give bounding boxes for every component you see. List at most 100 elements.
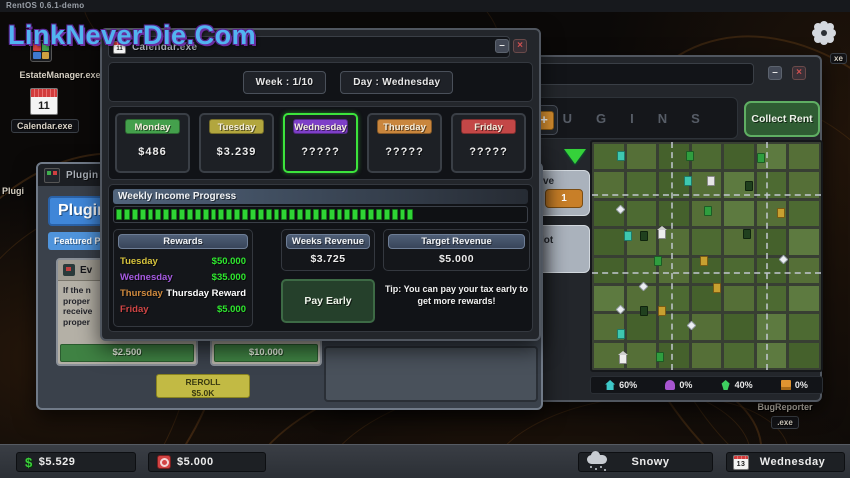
bugreporter-desktop-icon[interactable]: BugReporter .exe (748, 402, 822, 430)
map-parcel (789, 343, 819, 368)
progress-segment (124, 209, 130, 220)
progress-segment (297, 209, 303, 220)
map-building-dark (640, 231, 648, 241)
map-parcel (627, 314, 657, 339)
tax-value: $5.000 (177, 456, 214, 468)
progress-segment (289, 209, 295, 220)
map-parcel (789, 144, 819, 169)
taskbar-date-number: 13 (737, 460, 746, 469)
plugin-card-icon (63, 264, 75, 276)
progress-segment (155, 209, 161, 220)
shop-icon (665, 380, 675, 390)
target-icon (157, 455, 171, 469)
day-card-wednesday[interactable]: Wednesday????? (283, 113, 358, 173)
progress-segment (195, 209, 201, 220)
map-parcel (692, 314, 722, 339)
map-stat-value: 0% (679, 380, 692, 390)
calendar-desktop-icon[interactable]: 11 (30, 88, 58, 115)
map-parcel (724, 201, 754, 226)
estate-minimize-button[interactable]: – (768, 66, 782, 80)
map-parcel (627, 201, 657, 226)
map-building-teal (624, 231, 632, 241)
map-building-yellow (713, 283, 721, 293)
slot-count-button[interactable]: 1 (545, 189, 583, 208)
bugreporter-label-line2: .exe (771, 416, 799, 429)
reward-row: Wednesday$35.000 (114, 269, 252, 285)
filter-triangle-icon[interactable] (564, 149, 586, 164)
map-stat-nature: 40% (721, 380, 753, 390)
progress-segment (281, 209, 287, 220)
money-display[interactable]: $ $5.529 (16, 452, 136, 472)
weekday-display[interactable]: 13 Wednesday (726, 452, 845, 472)
progress-segment (305, 209, 311, 220)
estate-close-button[interactable]: × (792, 66, 806, 80)
calendar-days-panel: Monday$486Tuesday$3.239Wednesday?????Thu… (108, 106, 533, 180)
city-map[interactable] (590, 140, 823, 372)
plugin-empty-panel (324, 346, 538, 402)
map-parcel (659, 258, 689, 283)
day-card-header: Monday (125, 119, 180, 134)
progress-segment (321, 209, 327, 220)
map-parcel (659, 144, 689, 169)
day-card-tuesday[interactable]: Tuesday$3.239 (199, 113, 274, 173)
rewards-rows: Tuesday$50.000Wednesday$35.000ThursdayTh… (114, 253, 252, 317)
progress-segment (368, 209, 374, 220)
map-parcel (692, 343, 722, 368)
weekly-income-progress-label: Weekly Income Progress (113, 189, 528, 204)
week-indicator-button[interactable]: Week : 1/10 (243, 71, 327, 94)
weather-display[interactable]: Snowy (578, 452, 713, 472)
map-parcel (724, 314, 754, 339)
map-parcel (789, 201, 819, 226)
progress-segment (148, 209, 154, 220)
weather-value: Snowy (607, 456, 694, 468)
reroll-button[interactable]: REROLL $5.0K (156, 374, 250, 398)
os-title-strip: RentOS 0.6.1-demo (0, 0, 850, 12)
reward-row: ThursdayThursday Reward (114, 285, 252, 301)
calendar-close-button[interactable]: × (513, 39, 527, 53)
day-cards-row: Monday$486Tuesday$3.239Wednesday?????Thu… (115, 113, 526, 173)
weeks-revenue-panel: Weeks Revenue $3.725 (281, 229, 375, 271)
map-parcel (659, 201, 689, 226)
plugin-buy-button[interactable]: $2.500 (60, 344, 194, 362)
map-stat-industrial: 0% (781, 380, 808, 390)
pay-early-button[interactable]: Pay Early (281, 279, 375, 323)
reward-value: Thursday Reward (166, 288, 246, 299)
day-card-thursday[interactable]: Thursday????? (367, 113, 442, 173)
calendar-lower-panel: Weekly Income Progress Rewards Tuesday$5… (108, 184, 533, 332)
progress-segment (226, 209, 232, 220)
progress-segment (203, 209, 209, 220)
progress-segment (250, 209, 256, 220)
calendar-minimize-button[interactable]: – (495, 39, 509, 53)
map-stat-value: 40% (735, 380, 753, 390)
plugin-buy-button[interactable]: $10.000 (214, 344, 318, 362)
map-road-vertical (671, 142, 673, 370)
target-revenue-panel: Target Revenue $5.000 (383, 229, 530, 271)
progress-segment (344, 209, 350, 220)
map-stat-residential: 60% (605, 380, 637, 390)
map-stat-value: 0% (795, 380, 808, 390)
calendar-icon-number: 11 (38, 98, 50, 114)
map-stats-bar: 60% 0% 40% 0% (590, 376, 823, 394)
progress-segment (407, 209, 413, 220)
day-indicator-button[interactable]: Day : Wednesday (340, 71, 453, 94)
progress-segment (163, 209, 169, 220)
settings-desktop-icon[interactable] (815, 24, 833, 42)
reward-day: Tuesday (120, 256, 158, 267)
day-card-friday[interactable]: Friday????? (451, 113, 526, 173)
map-stat-commercial: 0% (665, 380, 692, 390)
tax-target-display[interactable]: $5.000 (148, 452, 266, 472)
progress-segment (179, 209, 185, 220)
day-card-monday[interactable]: Monday$486 (115, 113, 190, 173)
calendar-icon-label[interactable]: Calendar.exe (11, 119, 79, 133)
reward-value: $35.000 (212, 272, 246, 283)
crate-icon (781, 380, 791, 390)
progress-segment (187, 209, 193, 220)
progress-segment (274, 209, 280, 220)
map-parcel (692, 229, 722, 254)
progress-segment (392, 209, 398, 220)
map-parcel (757, 343, 787, 368)
collect-rent-button[interactable]: Collect Rent (744, 101, 820, 137)
weeks-revenue-header: Weeks Revenue (286, 234, 370, 249)
bugreporter-label-line1: BugReporter (748, 402, 822, 412)
estate-icon-tile (33, 52, 41, 60)
